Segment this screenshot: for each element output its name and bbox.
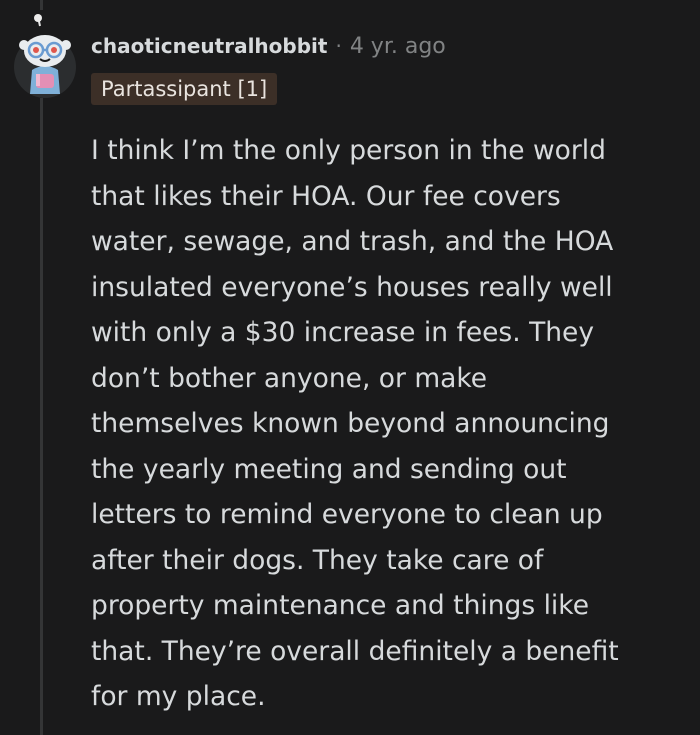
user-flair: Partassipant [1] <box>91 73 278 105</box>
comment-line: water, sewage, and trash, and the HOA <box>91 226 614 257</box>
comment-timestamp[interactable]: 4 yr. ago <box>350 34 446 59</box>
comment-line: property maintenance and things like <box>91 590 590 621</box>
meta-separator: · <box>335 34 342 58</box>
comment-line: that. They’re overall definitely a benef… <box>91 635 619 667</box>
comment-body: I think I’m the only person in the world… <box>91 128 691 720</box>
comment-line: I think I’m the only person in the world <box>91 135 606 166</box>
username-link[interactable]: chaoticneutralhobbit <box>91 34 327 58</box>
comment-line: that likes their HOA. Our fee covers <box>91 180 561 212</box>
comment-line: with only a $30 increase in fees. They <box>91 317 595 348</box>
snoo-avatar-icon <box>19 14 71 94</box>
comment-line: themselves known beyond announcing <box>91 408 610 439</box>
comment-line: insulated everyone’s houses really well <box>91 271 613 303</box>
user-avatar[interactable] <box>14 14 76 98</box>
comment-line: for my place. <box>91 681 266 712</box>
thread-line[interactable] <box>40 98 43 735</box>
comment-line: the yearly meeting and sending out <box>91 453 567 485</box>
comment-line: don’t bother anyone, or make <box>91 362 488 394</box>
comment-line: letters to remind everyone to clean up <box>91 499 603 530</box>
comment-line: after their dogs. They take care of <box>91 544 544 576</box>
thread-line-top <box>40 0 43 10</box>
comment-meta: chaoticneutralhobbit · 4 yr. ago <box>91 30 446 62</box>
